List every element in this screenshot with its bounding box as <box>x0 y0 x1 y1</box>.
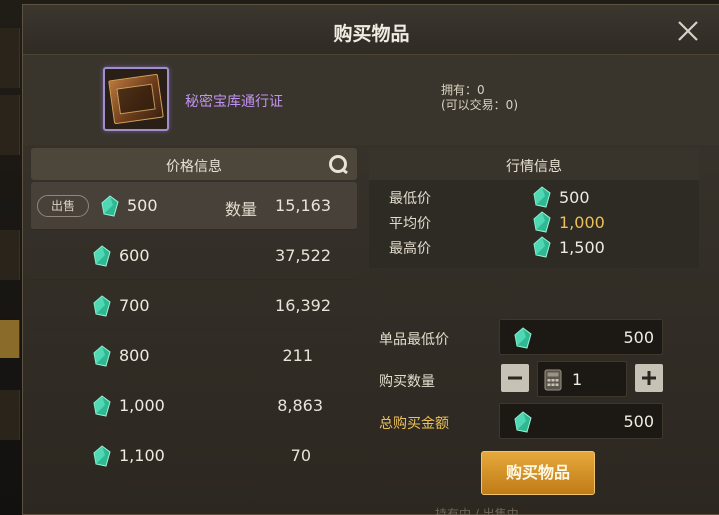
total-price-label: 总购买金额 <box>379 416 449 432</box>
quantity-value: 16,392 <box>275 296 331 315</box>
price-value: 800 <box>119 346 150 365</box>
item-name: 秘密宝库通行证 <box>185 94 283 110</box>
min-price-label: 最低价 <box>389 191 431 207</box>
price-row[interactable]: 700 16,392 <box>31 282 357 330</box>
total-price-value: 500 <box>623 412 654 431</box>
gem-icon <box>93 295 111 317</box>
avg-price-value: 1,000 <box>559 213 605 232</box>
unit-price-label: 单品最低价 <box>379 332 449 348</box>
quantity-label: 数量 <box>225 200 258 219</box>
price-row[interactable]: 800 211 <box>31 332 357 380</box>
price-value: 1,000 <box>119 396 165 415</box>
sell-tag: 出售 <box>37 195 89 217</box>
gem-icon <box>93 245 111 267</box>
close-icon <box>678 21 698 41</box>
gem-icon <box>101 195 119 217</box>
quantity-value: 15,163 <box>275 196 331 215</box>
holding-selling-tab[interactable]: 持有中 / 出售中 <box>435 505 519 515</box>
market-info-title: 行情信息 <box>506 159 562 175</box>
decrease-quantity-button[interactable] <box>501 364 529 392</box>
close-button[interactable] <box>676 19 700 43</box>
price-value: 1,100 <box>119 446 165 465</box>
pass-ticket-image <box>108 73 164 125</box>
background-side-tab <box>0 230 20 280</box>
item-icon <box>103 67 169 131</box>
price-value: 600 <box>119 246 150 265</box>
tradable-count: (可以交易：0) <box>441 98 518 112</box>
quantity-label: 购买数量 <box>379 374 435 390</box>
gem-icon <box>533 186 551 208</box>
gem-icon <box>514 411 532 433</box>
quantity-value: 70 <box>290 446 311 465</box>
max-price-label: 最高价 <box>389 241 431 257</box>
market-info-panel: 行情信息 最低价 500 平均价 1,000 最高价 1,500 <box>369 148 699 268</box>
gem-icon <box>533 211 551 233</box>
price-value: 700 <box>119 296 150 315</box>
refresh-icon <box>329 155 348 175</box>
gem-icon <box>533 236 551 258</box>
buy-item-button[interactable]: 购买物品 <box>481 451 595 495</box>
gem-icon <box>93 445 111 467</box>
quantity-value: 37,522 <box>275 246 331 265</box>
unit-price-field: 500 <box>499 319 663 355</box>
background-side-tab <box>0 28 20 88</box>
avg-price-label: 平均价 <box>389 216 431 232</box>
total-price-field: 500 <box>499 403 663 439</box>
refresh-button[interactable] <box>327 153 349 175</box>
price-row[interactable]: 出售 500 数量 15,163 <box>31 182 357 230</box>
price-list-header: 价格信息 <box>31 148 357 180</box>
price-list-title: 价格信息 <box>166 159 222 175</box>
min-price-value: 500 <box>559 188 590 207</box>
owned-count: 拥有：0 <box>441 83 485 97</box>
max-price-value: 1,500 <box>559 238 605 257</box>
minus-icon <box>508 376 522 380</box>
market-info-header: 行情信息 <box>369 148 699 180</box>
quantity-value: 1 <box>572 370 583 389</box>
calculator-icon[interactable] <box>544 369 562 391</box>
dialog-title-bar: 购买物品 <box>23 5 719 55</box>
gem-icon <box>514 327 532 349</box>
background-side-tab <box>0 95 20 155</box>
item-header: 秘密宝库通行证 拥有：0 (可以交易：0) <box>23 55 719 145</box>
price-row[interactable]: 600 37,522 <box>31 232 357 280</box>
ownership-info: 拥有：0 (可以交易：0) <box>441 83 518 113</box>
quantity-value: 8,863 <box>277 396 323 415</box>
dialog-title: 购买物品 <box>333 23 410 45</box>
price-value: 500 <box>127 196 158 215</box>
quantity-value: 211 <box>282 346 313 365</box>
price-list-panel: 价格信息 出售 500 数量 15,163 600 37,522 700 16,… <box>31 148 357 515</box>
quantity-input[interactable]: 1 <box>537 361 627 397</box>
background-side-tab-active <box>0 320 20 358</box>
background-side-tab <box>0 390 20 440</box>
price-row[interactable]: 1,100 70 <box>31 432 357 480</box>
price-row[interactable]: 1,000 8,863 <box>31 382 357 430</box>
plus-icon <box>642 371 656 385</box>
increase-quantity-button[interactable] <box>635 364 663 392</box>
buy-item-dialog: 购买物品 秘密宝库通行证 拥有：0 (可以交易：0) 价格信息 出售 500 数… <box>22 4 719 515</box>
unit-price-value: 500 <box>623 328 654 347</box>
gem-icon <box>93 345 111 367</box>
gem-icon <box>93 395 111 417</box>
